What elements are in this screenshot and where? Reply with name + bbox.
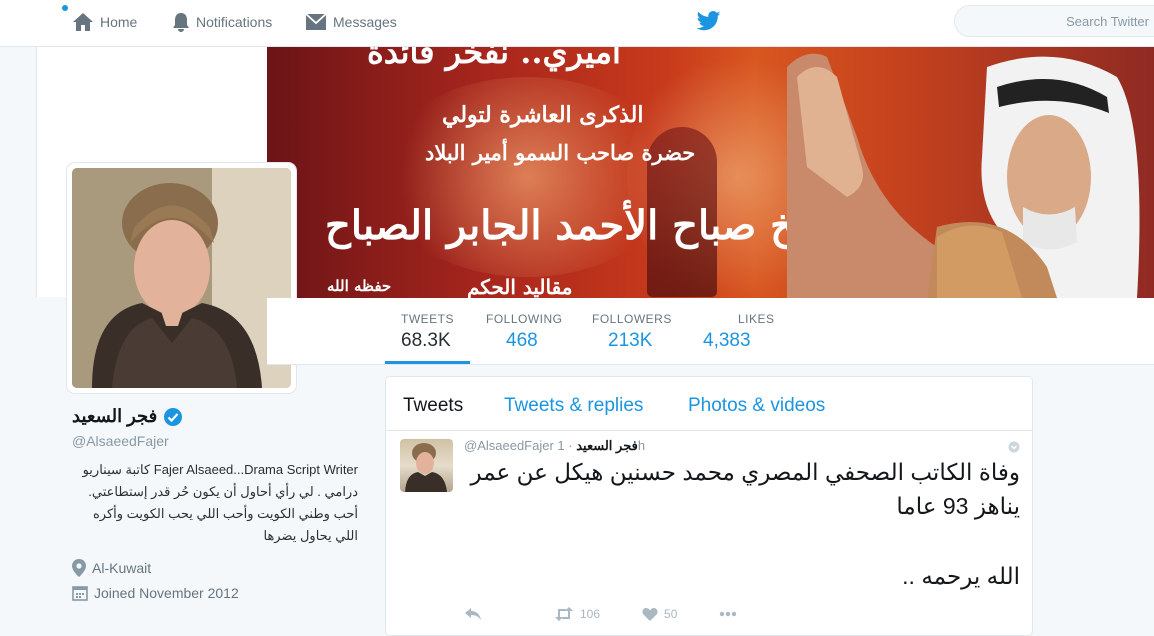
more-button[interactable]	[719, 611, 737, 617]
stat-tweets[interactable]: TWEETS 68.3K	[401, 312, 454, 352]
stat-value: 213K	[608, 330, 653, 351]
profile-handle[interactable]: @AlsaeedFajer	[72, 433, 372, 449]
profile-info-card: فجر السعيد @AlsaeedFajer Fajer Alsaeed..…	[72, 406, 372, 601]
home-icon	[73, 13, 93, 31]
profile-bio: Fajer Alsaeed...Drama Script Writer كاتب…	[82, 462, 358, 543]
nav-messages-label: Messages	[333, 14, 397, 30]
search-placeholder: Search Twitter	[1066, 14, 1149, 29]
profile-joined: Joined November 2012	[72, 585, 372, 601]
stat-label: LIKES	[738, 312, 775, 326]
stat-label: FOLLOWERS	[592, 312, 672, 326]
active-stat-underline	[385, 361, 470, 364]
stat-value: 468	[506, 330, 538, 351]
stat-followers[interactable]: FOLLOWERS 213K	[592, 312, 672, 352]
tab-photos-and-videos[interactable]: Photos & videos	[688, 395, 825, 417]
profile-banner-image[interactable]: أميري.. نفخر فائدة الذكرى العاشرة لتولي …	[267, 47, 1154, 298]
tweet-handle[interactable]: @AlsaeedFajer	[464, 438, 554, 453]
banner-text-line: الذكرى العاشرة لتولي	[442, 102, 644, 128]
location-pin-icon	[72, 559, 86, 577]
stat-value: 4,383	[703, 330, 751, 351]
notification-dot	[62, 5, 68, 11]
banner-title: الشيخ صباح الأحمد الجابر الصباح	[325, 202, 867, 249]
tweet-author-avatar[interactable]	[400, 439, 453, 492]
profile-name[interactable]: فجر السعيد	[72, 406, 157, 427]
tweet-timeline: Tweets Tweets & replies Photos & videos …	[385, 376, 1033, 636]
nav-notifications-label: Notifications	[196, 14, 273, 30]
tweet-text: وفاة الكاتب الصحفي المصري محمد حسنين هيك…	[464, 455, 1021, 593]
tweet-avatar-illustration	[405, 443, 447, 492]
nav-home[interactable]: Home	[72, 0, 137, 44]
stat-label: FOLLOWING	[486, 312, 563, 326]
stat-label: TWEETS	[401, 312, 454, 326]
verified-badge-icon	[164, 407, 183, 426]
stat-value: 68.3K	[401, 330, 451, 351]
tweet-options-icon[interactable]	[1008, 441, 1020, 453]
tab-tweets[interactable]: Tweets	[403, 395, 463, 417]
banner-top-text: أميري.. نفخر فائدة	[367, 47, 621, 71]
stat-following[interactable]: FOLLOWING 468	[486, 312, 563, 352]
twitter-bird-icon[interactable]	[697, 10, 721, 32]
banner-text-line: حفظه الله	[327, 277, 392, 295]
banner-text-line: مقاليد الحكم	[467, 275, 573, 298]
search-input[interactable]: Search Twitter	[954, 5, 1154, 37]
banner-text-line: حضرة صاحب السمو أمير البلاد	[425, 140, 696, 165]
nav-messages[interactable]: Messages	[305, 0, 397, 44]
avatar-illustration	[72, 168, 291, 388]
bell-icon	[173, 13, 189, 32]
profile-stats-bar: TWEETS 68.3K FOLLOWING 468 FOLLOWERS 213…	[267, 298, 1154, 365]
banner-portrait	[787, 53, 1140, 298]
tweet-author-name[interactable]: فجر السعيد	[576, 438, 638, 453]
profile-location: Al-Kuwait	[72, 559, 372, 577]
nav-home-label: Home	[100, 14, 138, 30]
top-navigation-bar: Home Notifications Messages Search Twitt…	[0, 0, 1154, 47]
tweet-text-line: وفاة الكاتب الصحفي المصري محمد حسنين هيك…	[470, 459, 1021, 519]
calendar-icon	[72, 586, 88, 601]
tab-tweets-and-replies[interactable]: Tweets & replies	[504, 395, 643, 417]
avatar-photo	[72, 168, 291, 388]
profile-name-row: فجر السعيد	[72, 406, 372, 427]
profile-location-text: Al-Kuwait	[92, 560, 152, 576]
more-dots-icon	[720, 611, 737, 617]
profile-avatar[interactable]	[67, 163, 296, 393]
timeline-tabs: Tweets Tweets & replies Photos & videos	[386, 377, 1032, 431]
stat-likes[interactable]: LIKES 4,383	[703, 312, 775, 352]
tweet-header: @AlsaeedFajer فجر السعيد · 1h	[464, 438, 645, 454]
tweet-text-line: الله يرحمه ..	[902, 563, 1020, 589]
profile-joined-text: Joined November 2012	[94, 585, 239, 601]
nav-notifications[interactable]: Notifications	[172, 0, 272, 44]
envelope-icon	[305, 13, 327, 30]
